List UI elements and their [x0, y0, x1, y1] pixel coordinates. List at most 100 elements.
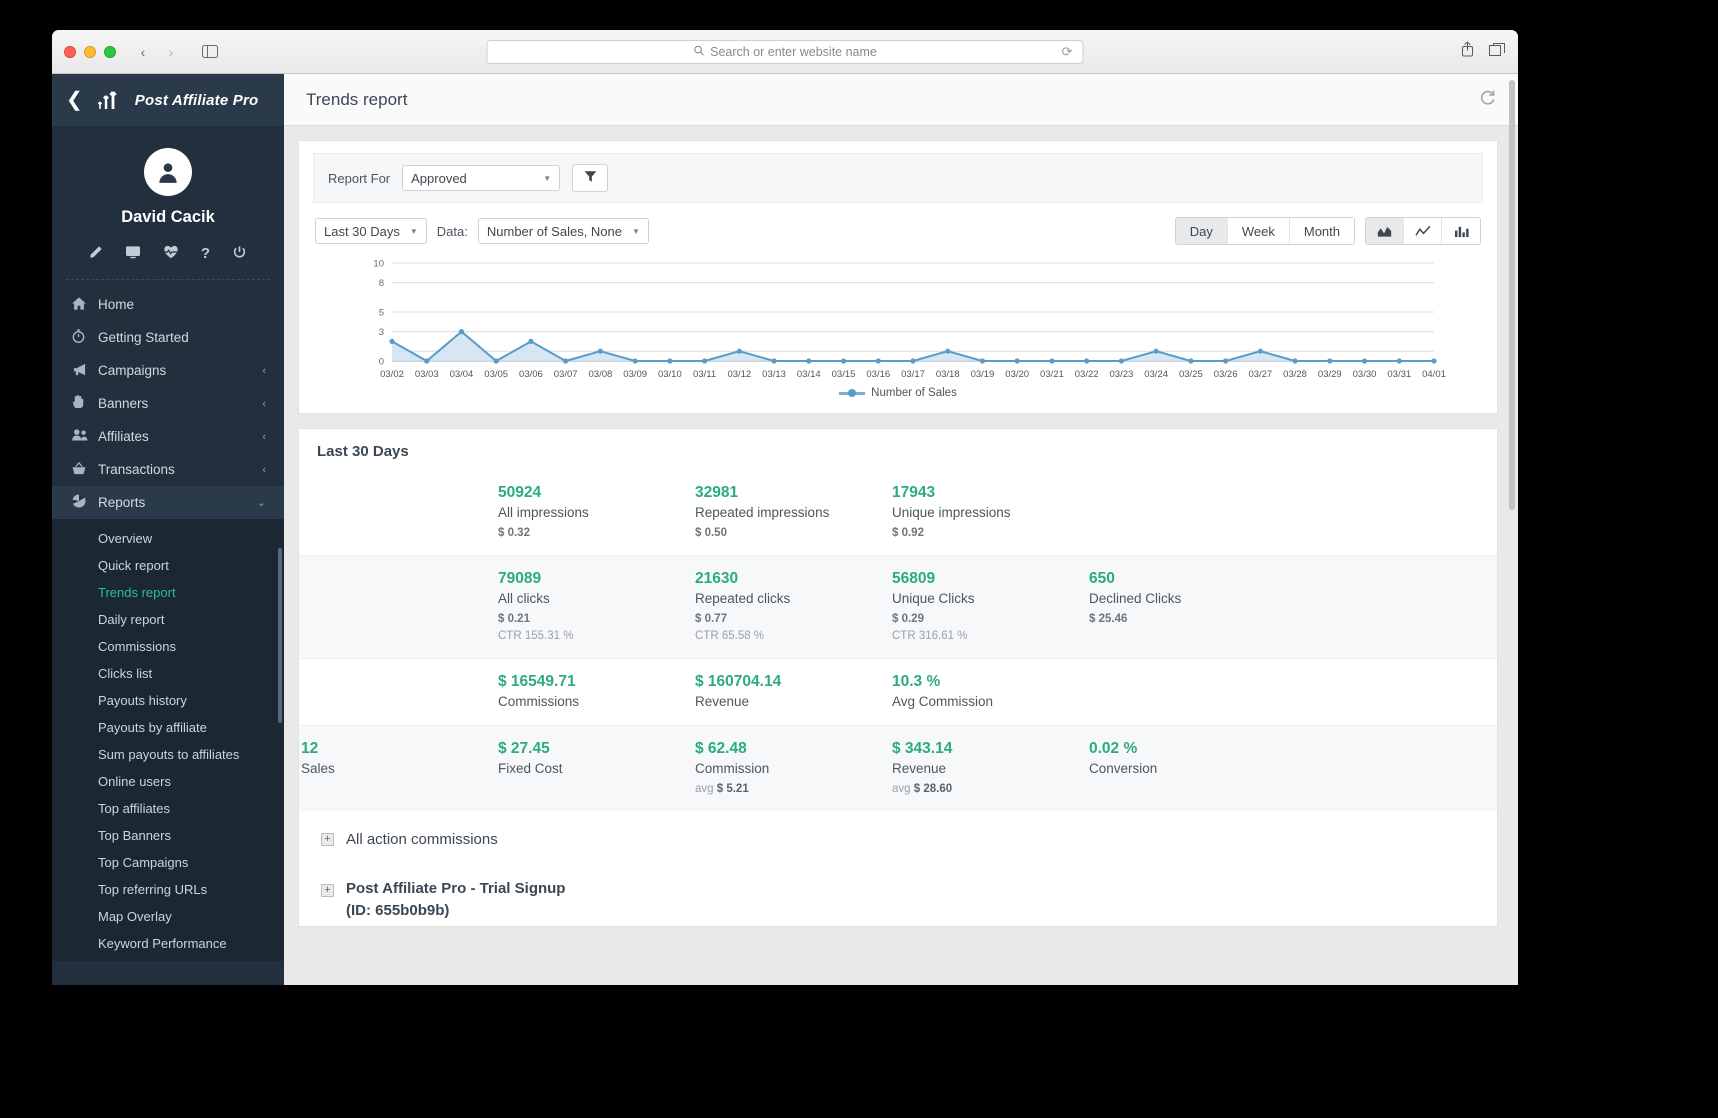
browser-window: ‹ › Search or enter website name ⟳ +	[52, 30, 1518, 985]
sidebar-item-payouts-by-affiliate[interactable]: Payouts by affiliate	[52, 714, 284, 741]
sidebar: ❮ Post Affiliate Pro David Cacik	[52, 74, 284, 985]
expander-trial-signup[interactable]: + Post Affiliate Pro - Trial Signup (ID:…	[299, 852, 1497, 926]
stat-revenue: $ 160704.14 Revenue	[693, 673, 890, 709]
sidebar-item-payouts-history[interactable]: Payouts history	[52, 687, 284, 714]
forward-icon[interactable]: ›	[158, 41, 184, 63]
tabs-icon[interactable]	[1489, 42, 1506, 62]
page-content: Report For Approved ▼ L	[284, 126, 1518, 985]
svg-text:03/30: 03/30	[1353, 369, 1377, 380]
share-icon[interactable]	[1460, 41, 1475, 62]
granularity-month-button[interactable]: Month	[1290, 218, 1354, 244]
stat-conversion: 0.02 % Conversion	[1087, 740, 1284, 795]
sidebar-item-label: Reports	[98, 495, 257, 510]
sidebar-item-transactions[interactable]: Transactions ‹	[52, 453, 284, 486]
sidebar-back-icon[interactable]: ❮	[66, 90, 83, 110]
filter-button[interactable]	[572, 164, 608, 192]
sidebar-item-reports[interactable]: Reports ⌄	[52, 486, 284, 519]
reload-icon[interactable]: ⟳	[1062, 44, 1073, 60]
heartbeat-icon[interactable]	[163, 245, 179, 263]
granularity-week-button[interactable]: Week	[1228, 218, 1290, 244]
sidebar-item-clicks-list[interactable]: Clicks list	[52, 660, 284, 687]
sidebar-item-keyword-performance[interactable]: Keyword Performance	[52, 930, 284, 957]
sidebar-item-top-referring-urls[interactable]: Top referring URLs	[52, 876, 284, 903]
granularity-day-button[interactable]: Day	[1176, 218, 1228, 244]
sidebar-menu: Home Getting Started Campaigns ‹ Banners	[52, 280, 284, 985]
expander-label: All action commissions	[346, 831, 498, 848]
user-profile: David Cacik	[52, 126, 284, 227]
stat-label: Commissions	[498, 694, 693, 709]
svg-text:03/20: 03/20	[1005, 369, 1029, 380]
sidebar-item-top-campaigns[interactable]: Top Campaigns	[52, 849, 284, 876]
sidebar-item-label: Getting Started	[98, 330, 266, 345]
sidebar-header: ❮ Post Affiliate Pro	[52, 74, 284, 126]
submenu-label: Top Banners	[98, 828, 171, 843]
bar-chart-arrow-icon	[97, 90, 121, 110]
sidebar-item-top-banners[interactable]: Top Banners	[52, 822, 284, 849]
bar-chart-icon[interactable]	[1442, 218, 1480, 244]
sidebar-scrollbar[interactable]	[278, 548, 282, 723]
back-icon[interactable]: ‹	[130, 41, 156, 63]
sidebar-item-online-users[interactable]: Online users	[52, 768, 284, 795]
help-icon[interactable]: ?	[201, 245, 210, 263]
submenu-label: Online users	[98, 774, 171, 789]
submenu-label: Trends report	[98, 585, 176, 600]
data-label: Data:	[437, 224, 468, 239]
svg-text:03/28: 03/28	[1283, 369, 1307, 380]
sidebar-toggle-icon[interactable]	[196, 41, 224, 63]
window-controls[interactable]	[64, 46, 116, 58]
data-select[interactable]: Number of Sales, None ▼	[478, 218, 649, 244]
maximize-window-button[interactable]	[104, 46, 116, 58]
sidebar-item-banners[interactable]: Banners ‹	[52, 387, 284, 420]
chart-canvas: 03581003/0203/0303/0403/0503/0603/0703/0…	[348, 253, 1448, 385]
line-chart-icon[interactable]	[1404, 218, 1442, 244]
plus-box-icon[interactable]: +	[321, 884, 334, 897]
stat-value: 32981	[695, 484, 890, 502]
plus-box-icon[interactable]: +	[321, 833, 334, 846]
svg-text:03/18: 03/18	[936, 369, 960, 380]
sidebar-item-top-affiliates[interactable]: Top affiliates	[52, 795, 284, 822]
stat-value: 50924	[498, 484, 693, 502]
submenu-label: Top affiliates	[98, 801, 170, 816]
date-range-select[interactable]: Last 30 Days ▼	[315, 218, 427, 244]
data-value: Number of Sales, None	[487, 224, 622, 239]
address-bar-placeholder: Search or enter website name	[710, 45, 877, 59]
navigation-buttons[interactable]: ‹ ›	[130, 41, 184, 63]
legend-swatch	[839, 392, 865, 395]
minimize-window-button[interactable]	[84, 46, 96, 58]
power-icon[interactable]	[232, 245, 247, 263]
table-row: 12 Sales $ 27.45 Fixed Cost $ 62.48 Comm…	[299, 725, 1497, 811]
sidebar-item-trends-report[interactable]: Trends report	[52, 579, 284, 606]
stat-value: $ 62.48	[695, 740, 890, 758]
report-for-row: Report For Approved ▼	[313, 153, 1483, 203]
refresh-icon[interactable]	[1479, 89, 1496, 111]
svg-text:03/25: 03/25	[1179, 369, 1203, 380]
avatar[interactable]	[144, 148, 192, 196]
content-scrollbar[interactable]	[1509, 80, 1515, 510]
close-window-button[interactable]	[64, 46, 76, 58]
sidebar-item-commissions[interactable]: Commissions	[52, 633, 284, 660]
stat-cell-empty	[299, 673, 496, 709]
expander-all-action-commissions[interactable]: + All action commissions	[299, 811, 1497, 852]
sidebar-item-affiliates[interactable]: Affiliates ‹	[52, 420, 284, 453]
sidebar-caret: ‹	[262, 365, 266, 377]
desktop-icon[interactable]	[125, 245, 141, 263]
sidebar-item-quick-report[interactable]: Quick report	[52, 552, 284, 579]
sidebar-item-map-overlay[interactable]: Map Overlay	[52, 903, 284, 930]
submenu-label: Keyword Performance	[98, 936, 227, 951]
edit-icon[interactable]	[89, 245, 103, 263]
svg-text:03/24: 03/24	[1144, 369, 1168, 380]
sidebar-caret: ⌄	[257, 496, 266, 509]
sidebar-item-sum-payouts[interactable]: Sum payouts to affiliates	[52, 741, 284, 768]
date-range-value: Last 30 Days	[324, 224, 400, 239]
sidebar-item-getting-started[interactable]: Getting Started	[52, 321, 284, 354]
area-chart-icon[interactable]	[1366, 218, 1404, 244]
report-for-select[interactable]: Approved ▼	[402, 165, 560, 191]
sidebar-item-overview[interactable]: Overview	[52, 525, 284, 552]
sidebar-item-home[interactable]: Home	[52, 288, 284, 321]
address-bar[interactable]: Search or enter website name ⟳	[487, 40, 1084, 64]
browser-chrome: ‹ › Search or enter website name ⟳ +	[52, 30, 1518, 74]
sidebar-item-campaigns[interactable]: Campaigns ‹	[52, 354, 284, 387]
stat-label: All clicks	[498, 591, 693, 606]
stat-label: Commission	[695, 761, 890, 776]
sidebar-item-daily-report[interactable]: Daily report	[52, 606, 284, 633]
